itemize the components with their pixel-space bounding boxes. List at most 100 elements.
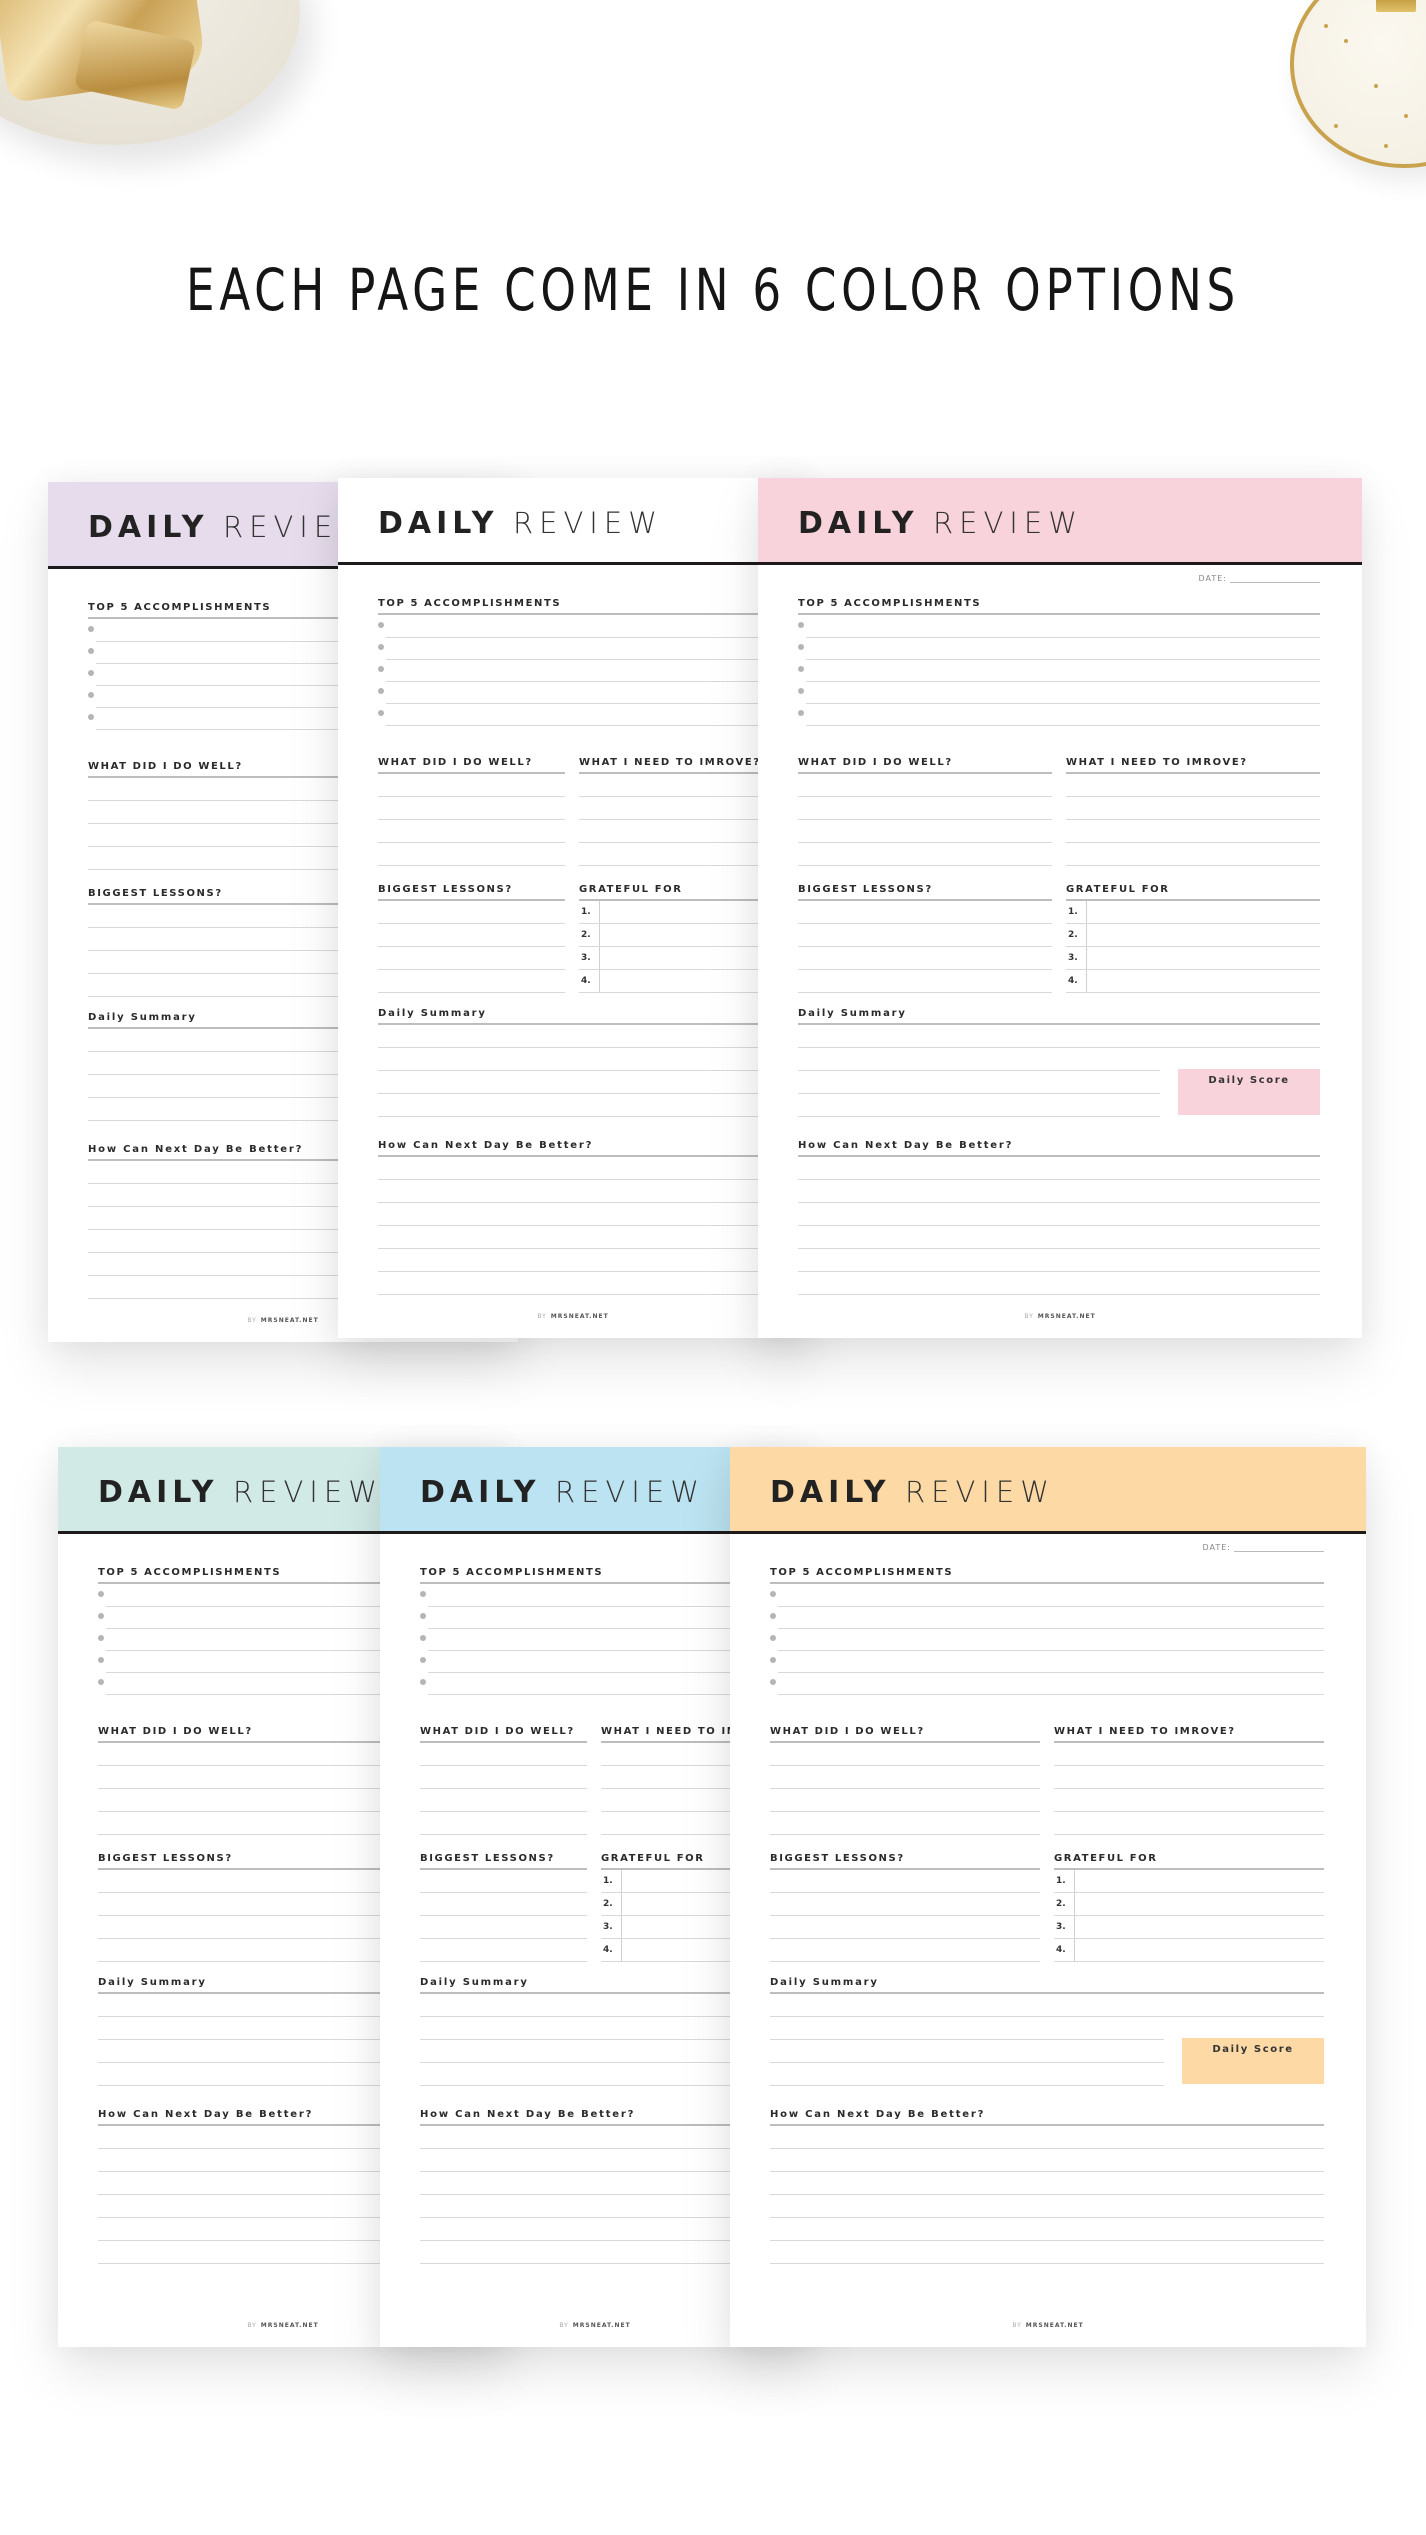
writing-line[interactable] — [770, 2241, 1324, 2264]
summary-line[interactable] — [770, 2040, 1164, 2063]
writing-line[interactable] — [1054, 1766, 1324, 1789]
writing-line[interactable] — [798, 1226, 1320, 1249]
grateful-line[interactable]: 4. — [579, 970, 766, 993]
writing-line[interactable] — [579, 843, 766, 866]
writing-line[interactable] — [1054, 1743, 1324, 1766]
daily-score-box[interactable]: Daily Score — [1182, 2038, 1324, 2084]
grateful-line[interactable]: 2. — [1066, 924, 1320, 947]
summary-line[interactable] — [420, 2063, 768, 2086]
writing-line[interactable] — [798, 924, 1052, 947]
accomplishment-line[interactable] — [798, 703, 1320, 726]
accomplishment-line[interactable] — [770, 1584, 1324, 1607]
writing-line[interactable] — [770, 2126, 1324, 2149]
writing-line[interactable] — [378, 901, 565, 924]
accomplishment-line[interactable] — [420, 1650, 768, 1673]
writing-line[interactable] — [378, 1249, 766, 1272]
writing-line[interactable] — [420, 1916, 587, 1939]
accomplishment-line[interactable] — [770, 1650, 1324, 1673]
daily-score-box[interactable]: Daily Score — [1178, 1069, 1320, 1115]
writing-line[interactable] — [420, 1870, 587, 1893]
accomplishment-line[interactable] — [378, 637, 766, 660]
writing-line[interactable] — [770, 2149, 1324, 2172]
writing-line[interactable] — [420, 2126, 768, 2149]
summary-line[interactable] — [420, 2040, 768, 2063]
grateful-line[interactable]: 3. — [1054, 1916, 1324, 1939]
writing-line[interactable] — [798, 797, 1052, 820]
accomplishment-line[interactable] — [770, 1628, 1324, 1651]
accomplishment-line[interactable] — [420, 1606, 768, 1629]
writing-line[interactable] — [420, 2195, 768, 2218]
writing-line[interactable] — [798, 947, 1052, 970]
accomplishment-line[interactable] — [420, 1672, 768, 1695]
grateful-line[interactable]: 2. — [579, 924, 766, 947]
writing-line[interactable] — [798, 774, 1052, 797]
writing-line[interactable] — [770, 2218, 1324, 2241]
writing-line[interactable] — [798, 970, 1052, 993]
writing-line[interactable] — [770, 1766, 1040, 1789]
writing-line[interactable] — [798, 901, 1052, 924]
date-field[interactable]: DATE: — [1198, 574, 1320, 583]
writing-line[interactable] — [420, 1766, 587, 1789]
writing-line[interactable] — [770, 1916, 1040, 1939]
summary-line[interactable] — [798, 1025, 1320, 1048]
writing-line[interactable] — [420, 1893, 587, 1916]
writing-line[interactable] — [378, 1226, 766, 1249]
accomplishment-line[interactable] — [378, 659, 766, 682]
grateful-line[interactable]: 1. — [1054, 1870, 1324, 1893]
accomplishment-line[interactable] — [798, 637, 1320, 660]
writing-line[interactable] — [420, 2218, 768, 2241]
summary-line[interactable] — [378, 1025, 766, 1048]
writing-line[interactable] — [420, 1939, 587, 1962]
summary-line[interactable] — [798, 1071, 1160, 1094]
summary-line[interactable] — [420, 1994, 768, 2017]
grateful-line[interactable]: 3. — [579, 947, 766, 970]
writing-line[interactable] — [378, 843, 565, 866]
writing-line[interactable] — [798, 1249, 1320, 1272]
writing-line[interactable] — [798, 820, 1052, 843]
writing-line[interactable] — [1054, 1789, 1324, 1812]
grateful-line[interactable]: 4. — [1054, 1939, 1324, 1962]
accomplishment-line[interactable] — [798, 681, 1320, 704]
writing-line[interactable] — [1066, 797, 1320, 820]
writing-line[interactable] — [378, 947, 565, 970]
writing-line[interactable] — [770, 2172, 1324, 2195]
writing-line[interactable] — [798, 1180, 1320, 1203]
writing-line[interactable] — [378, 820, 565, 843]
writing-line[interactable] — [579, 797, 766, 820]
writing-line[interactable] — [420, 2172, 768, 2195]
writing-line[interactable] — [770, 2195, 1324, 2218]
writing-line[interactable] — [1066, 774, 1320, 797]
summary-line[interactable] — [798, 1094, 1160, 1117]
writing-line[interactable] — [798, 1203, 1320, 1226]
writing-line[interactable] — [1066, 820, 1320, 843]
writing-line[interactable] — [770, 1939, 1040, 1962]
summary-line[interactable] — [378, 1094, 766, 1117]
writing-line[interactable] — [770, 1893, 1040, 1916]
grateful-line[interactable]: 4. — [1066, 970, 1320, 993]
summary-line[interactable] — [378, 1071, 766, 1094]
writing-line[interactable] — [798, 843, 1052, 866]
writing-line[interactable] — [378, 970, 565, 993]
writing-line[interactable] — [378, 797, 565, 820]
writing-line[interactable] — [378, 1272, 766, 1295]
writing-line[interactable] — [770, 1870, 1040, 1893]
grateful-line[interactable]: 1. — [1066, 901, 1320, 924]
accomplishment-line[interactable] — [798, 659, 1320, 682]
writing-line[interactable] — [420, 1789, 587, 1812]
accomplishment-line[interactable] — [378, 681, 766, 704]
grateful-line[interactable]: 1. — [579, 901, 766, 924]
writing-line[interactable] — [378, 774, 565, 797]
date-field[interactable]: DATE: — [1202, 1543, 1324, 1552]
writing-line[interactable] — [798, 1272, 1320, 1295]
accomplishment-line[interactable] — [420, 1584, 768, 1607]
accomplishment-line[interactable] — [770, 1672, 1324, 1695]
accomplishment-line[interactable] — [378, 615, 766, 638]
writing-line[interactable] — [770, 1743, 1040, 1766]
writing-line[interactable] — [1066, 843, 1320, 866]
writing-line[interactable] — [1054, 1812, 1324, 1835]
summary-line[interactable] — [378, 1048, 766, 1071]
summary-line[interactable] — [770, 2017, 1164, 2040]
summary-line[interactable] — [770, 2063, 1164, 2086]
summary-line[interactable] — [798, 1048, 1160, 1071]
writing-line[interactable] — [579, 774, 766, 797]
